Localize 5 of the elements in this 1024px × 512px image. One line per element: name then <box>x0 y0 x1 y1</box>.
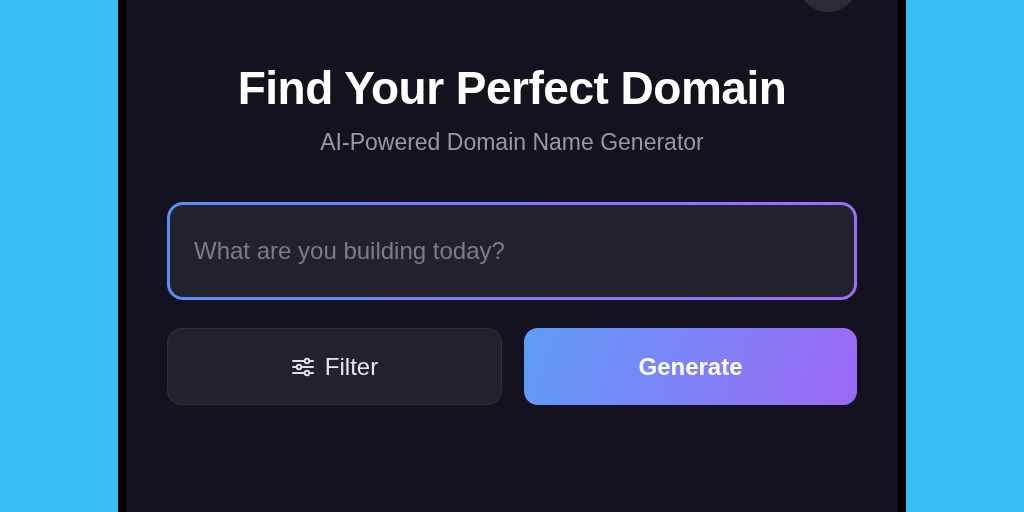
page-subtitle: AI-Powered Domain Name Generator <box>320 128 704 157</box>
filter-button[interactable]: Filter <box>167 328 502 406</box>
sliders-icon <box>290 357 315 377</box>
page-title: Find Your Perfect Domain <box>237 62 787 115</box>
search-field[interactable]: What are you building today? <box>167 202 857 301</box>
